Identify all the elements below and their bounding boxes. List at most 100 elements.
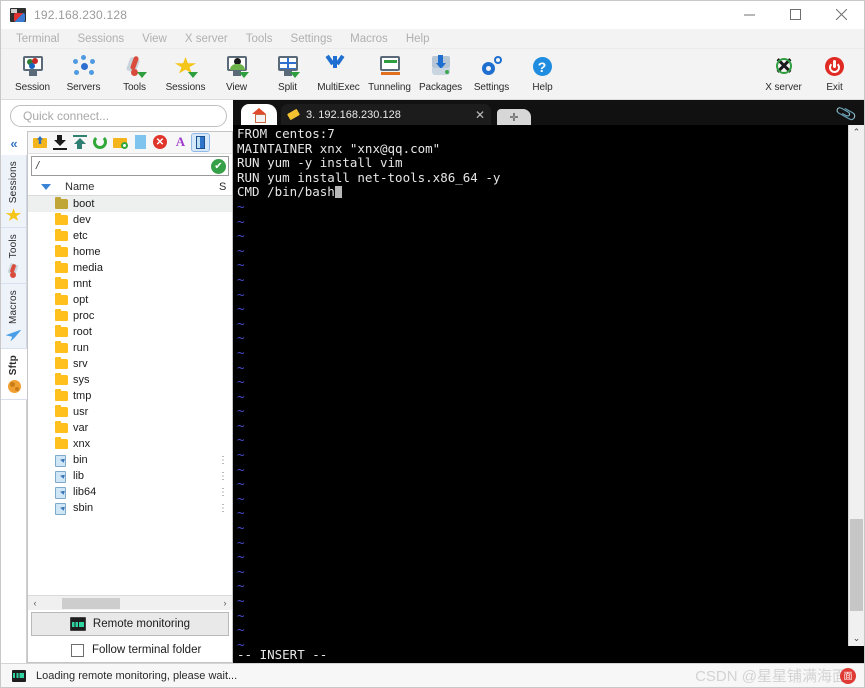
drive-icon[interactable] (191, 133, 210, 152)
file-row[interactable]: bin ⋮ (28, 452, 232, 468)
menu-terminal[interactable]: Terminal (7, 29, 68, 49)
toolbar-session-label: Session (15, 82, 50, 93)
file-row[interactable]: mnt (28, 276, 232, 292)
delete-icon[interactable]: ✕ (152, 134, 169, 151)
file-row[interactable]: home (28, 244, 232, 260)
tab-home[interactable] (241, 104, 277, 125)
hscroll-track[interactable] (42, 596, 218, 610)
terminal-empty-line: ~ (237, 228, 245, 244)
terminal-line: FROM centos:7 (237, 126, 335, 141)
file-row[interactable]: media (28, 260, 232, 276)
new-folder-icon[interactable] (112, 134, 129, 151)
scroll-down-arrow[interactable]: ⌄ (853, 631, 861, 646)
file-row[interactable]: sys (28, 372, 232, 388)
collapse-sidebar-button[interactable]: « (1, 131, 27, 155)
maximize-button[interactable] (772, 1, 818, 29)
servers-icon (71, 55, 97, 79)
menu-macros[interactable]: Macros (341, 29, 397, 49)
text-edit-icon[interactable]: A (172, 134, 189, 151)
column-header-name[interactable]: Name (65, 181, 94, 193)
sort-caret-icon[interactable] (41, 183, 51, 190)
file-row[interactable]: srv (28, 356, 232, 372)
toolbar-multiexec-button[interactable]: MultiExec (313, 52, 364, 100)
scroll-thumb[interactable] (849, 519, 863, 611)
sidebar-tab-macros[interactable]: Macros (0, 284, 27, 349)
file-row[interactable]: lib64 ⋮ (28, 484, 232, 500)
menu-tools[interactable]: Tools (237, 29, 282, 49)
new-file-icon[interactable] (132, 134, 149, 151)
minimize-button[interactable] (726, 1, 772, 29)
menu-help[interactable]: Help (397, 29, 439, 49)
menu-settings[interactable]: Settings (282, 29, 342, 49)
file-row[interactable]: root (28, 324, 232, 340)
file-row[interactable]: lib ⋮ (28, 468, 232, 484)
tab-session[interactable]: 3. 192.168.230.128 ✕ (281, 104, 491, 125)
symlink-file-icon (55, 486, 68, 499)
toolbar-xserver-button[interactable]: X server (758, 52, 809, 100)
file-row[interactable]: usr (28, 404, 232, 420)
close-button[interactable] (818, 1, 864, 29)
toolbar-split-button[interactable]: Split (262, 52, 313, 100)
file-name: home (73, 246, 101, 258)
paperclip-icon[interactable]: 📎 (835, 102, 858, 125)
watermark: CSDN @星星铺满海面 面 (695, 665, 856, 686)
file-row[interactable]: run (28, 340, 232, 356)
toolbar-tools-button[interactable]: Tools (109, 52, 160, 100)
sidebar-tab-tools[interactable]: Tools (0, 228, 27, 284)
file-row[interactable]: proc (28, 308, 232, 324)
scroll-track[interactable] (849, 140, 865, 631)
tab-close-icon[interactable]: ✕ (475, 108, 485, 122)
file-row[interactable]: etc (28, 228, 232, 244)
toolbar-tunneling-button[interactable]: Tunneling (364, 52, 415, 100)
upload-icon[interactable] (72, 134, 89, 151)
toolbar-sessions-button[interactable]: Sessions (160, 52, 211, 100)
mobaxterm-window: 192.168.230.128 Terminal Sessions View X… (0, 0, 865, 688)
go-up-folder-icon[interactable] (32, 134, 49, 151)
file-list-hscrollbar[interactable]: ‹ › (28, 595, 232, 610)
toolbar-servers-button[interactable]: Servers (58, 52, 109, 100)
packages-icon (428, 55, 454, 79)
remote-monitoring-button[interactable]: Remote monitoring (31, 612, 229, 636)
file-list[interactable]: boot dev etc home media mnt opt proc root run srv s… (28, 196, 232, 595)
terminal-scrollbar[interactable]: ⌃ ⌄ (848, 125, 864, 646)
folder-icon (55, 276, 68, 290)
hscroll-thumb[interactable] (62, 597, 120, 609)
toolbar-help-button[interactable]: ? Help (517, 52, 568, 100)
menu-sessions[interactable]: Sessions (68, 29, 133, 49)
file-size: ⋮ (218, 486, 228, 498)
new-tab-button[interactable]: ✛ (497, 109, 531, 125)
menu-view[interactable]: View (133, 29, 176, 49)
file-row[interactable]: sbin ⋮ (28, 500, 232, 516)
terminal-output[interactable]: FROM centos:7 MAINTAINER xnx "xnx@qq.com"… (233, 125, 848, 646)
toolbar-view-button[interactable]: View (211, 52, 262, 100)
menu-xserver[interactable]: X server (176, 29, 237, 49)
hscroll-left-arrow[interactable]: ‹ (28, 598, 42, 608)
file-row[interactable]: tmp (28, 388, 232, 404)
sftp-path-ok-icon[interactable]: ✔ (211, 159, 226, 174)
sftp-path-value: / (36, 160, 40, 172)
file-row[interactable]: opt (28, 292, 232, 308)
file-row[interactable]: var (28, 420, 232, 436)
sidebar-tab-sessions[interactable]: Sessions (0, 155, 27, 229)
main-body: Quick connect... « Sessions Tools Macros… (0, 100, 864, 663)
toolbar-settings-button[interactable]: Settings (466, 52, 517, 100)
follow-terminal-folder-checkbox[interactable] (71, 643, 84, 657)
column-header-size[interactable]: S (219, 181, 228, 193)
tools-icon (122, 55, 148, 79)
quick-connect-input[interactable]: Quick connect... (10, 105, 227, 127)
file-row[interactable]: boot (28, 196, 232, 212)
sidebar-tab-sftp[interactable]: Sftp (0, 348, 27, 400)
sftp-path-bar[interactable]: / ✔ (31, 156, 229, 176)
toolbar-exit-button[interactable]: Exit (809, 52, 860, 100)
toolbar-packages-button[interactable]: Packages (415, 52, 466, 100)
hscroll-right-arrow[interactable]: › (218, 598, 232, 608)
download-icon[interactable] (52, 134, 69, 151)
toolbar-session-button[interactable]: Session (7, 52, 58, 100)
file-row[interactable]: dev (28, 212, 232, 228)
terminal-empty-line: ~ (237, 388, 245, 404)
file-row[interactable]: xnx (28, 436, 232, 452)
terminal-empty-line: ~ (237, 271, 245, 287)
scroll-up-arrow[interactable]: ⌃ (853, 125, 861, 140)
refresh-icon[interactable] (92, 134, 109, 151)
follow-terminal-folder-row[interactable]: Follow terminal folder (28, 638, 232, 662)
